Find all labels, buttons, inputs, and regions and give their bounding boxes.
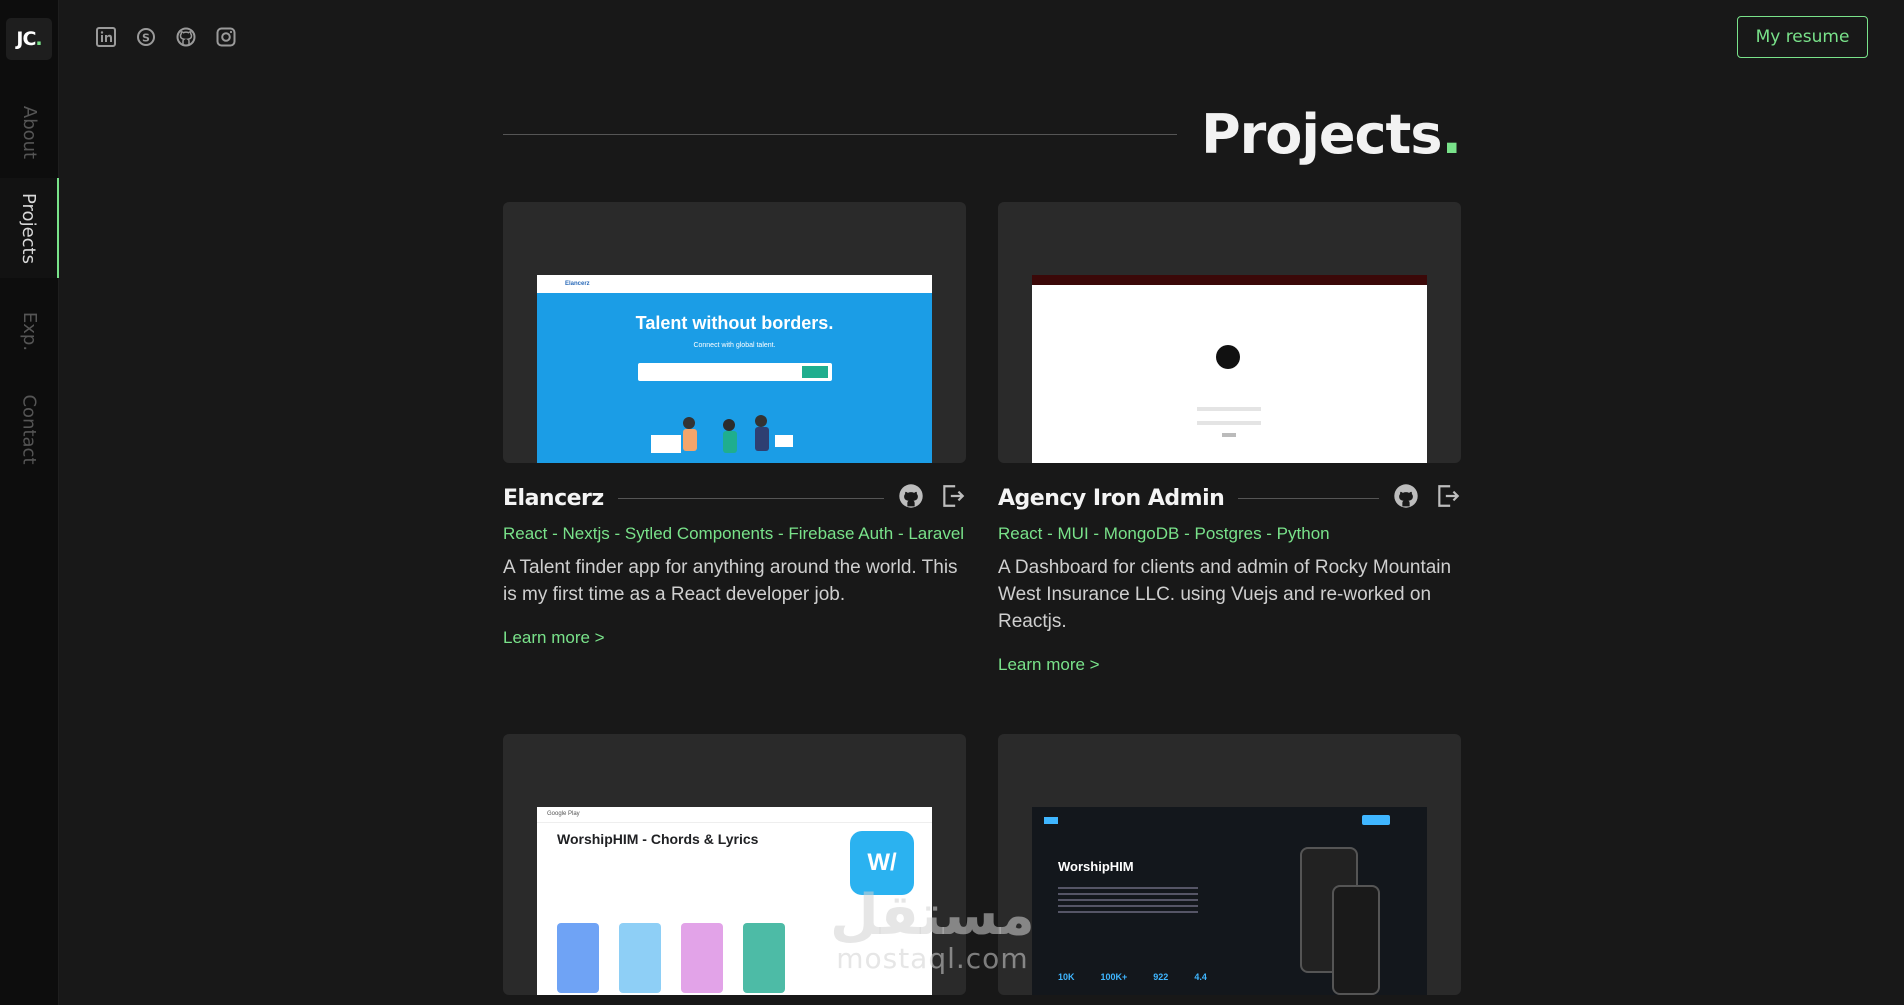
- project-description: A Dashboard for clients and admin of Roc…: [998, 557, 1452, 632]
- illustration: [651, 415, 793, 453]
- project-thumbnail[interactable]: WorshipHIM 10K 100K+ 922 4.4: [998, 734, 1461, 995]
- screenshot-topbar: [1032, 275, 1427, 285]
- project-title: Elancerz: [503, 485, 604, 511]
- sidebar: JC. About Projects Exp. Contact: [0, 0, 59, 1005]
- external-link-icon[interactable]: [1435, 483, 1461, 514]
- logo-dot: .: [35, 28, 42, 50]
- social-links: S: [95, 26, 237, 48]
- project-title-row: Agency Iron Admin: [998, 481, 1461, 515]
- watermark: مستقل mostaql.com: [830, 888, 1035, 974]
- screenshot-subtitle: Connect with global talent.: [693, 342, 776, 349]
- project-screenshot: Elancerz Talent without borders. Connect…: [537, 275, 932, 463]
- project-screenshot: [1032, 275, 1427, 463]
- stat-value: 4.4: [1194, 972, 1207, 982]
- project-thumbnail[interactable]: Elancerz Talent without borders. Connect…: [503, 202, 966, 463]
- github-icon[interactable]: [175, 26, 197, 48]
- project-thumbnail[interactable]: [998, 202, 1461, 463]
- sidebar-item-exp[interactable]: Exp.: [0, 296, 59, 366]
- skype-icon[interactable]: S: [135, 26, 157, 48]
- project-tags: React - Nextjs - Sytled Components - Fir…: [503, 524, 965, 543]
- svg-text:S: S: [142, 32, 150, 45]
- project-tags: React - MUI - MongoDB - Postgres - Pytho…: [998, 524, 1330, 543]
- github-icon[interactable]: [1393, 483, 1419, 514]
- page-title: Projects.: [1201, 100, 1462, 170]
- logo-text: JC: [16, 28, 36, 50]
- project-description: A Talent finder app for anything around …: [503, 557, 958, 605]
- stat-value: 100K+: [1100, 972, 1128, 982]
- project-screenshot: WorshipHIM 10K 100K+ 922 4.4: [1032, 807, 1427, 995]
- screenshot-brand: Elancerz: [565, 281, 590, 287]
- github-icon[interactable]: [898, 483, 924, 514]
- project-title-row: Elancerz: [503, 481, 966, 515]
- watermark-latin: mostaql.com: [836, 942, 1029, 975]
- sidebar-item-label: About: [19, 105, 40, 159]
- divider: [503, 134, 1177, 135]
- screenshot-app-title: WorshipHIM - Chords & Lyrics: [557, 831, 759, 847]
- sidebar-item-label: Projects: [18, 192, 39, 264]
- project-card: Elancerz Talent without borders. Connect…: [503, 202, 966, 648]
- divider: [617, 497, 884, 499]
- divider: [1238, 497, 1379, 499]
- screenshot-store-name: Google Play: [547, 811, 580, 817]
- learn-more-link[interactable]: Learn more >: [998, 655, 1100, 675]
- screenshot-paragraph: [1058, 887, 1198, 917]
- sidebar-item-about[interactable]: About: [0, 92, 59, 172]
- screenshot-headline: WorshipHIM: [1058, 859, 1134, 874]
- screenshot-search: [637, 363, 832, 381]
- learn-more-link[interactable]: Learn more >: [503, 628, 605, 648]
- logo[interactable]: JC.: [6, 18, 52, 60]
- page-title-text: Projects: [1201, 103, 1442, 166]
- project-card: WorshipHIM 10K 100K+ 922 4.4: [998, 734, 1461, 995]
- sidebar-item-contact[interactable]: Contact: [0, 384, 59, 474]
- stat-value: 10K: [1058, 972, 1075, 982]
- screenshot-store-bar: Google Play: [537, 807, 932, 823]
- stat-value: 922: [1153, 972, 1169, 982]
- screenshot-stats: 10K 100K+ 922 4.4: [1058, 972, 1207, 982]
- project-title: Agency Iron Admin: [998, 485, 1225, 511]
- screenshot-logo: [1216, 345, 1240, 369]
- section-header: Projects.: [503, 100, 1462, 170]
- phone-mockup: [1332, 885, 1380, 995]
- sidebar-item-label: Contact: [19, 393, 40, 465]
- sidebar-item-projects[interactable]: Projects: [0, 178, 59, 278]
- screenshot-headline: Talent without borders.: [635, 313, 834, 333]
- screenshot-login: [1032, 285, 1427, 463]
- screenshot-hero: Talent without borders. Connect with glo…: [537, 293, 932, 463]
- watermark-arabic: مستقل: [830, 883, 1035, 948]
- page-title-dot: .: [1441, 103, 1461, 166]
- screenshot-hero: WorshipHIM 10K 100K+ 922 4.4: [1032, 807, 1427, 995]
- instagram-icon[interactable]: [215, 26, 237, 48]
- resume-button[interactable]: My resume: [1737, 16, 1868, 58]
- external-link-icon[interactable]: [940, 483, 966, 514]
- project-card: Agency Iron Admin React - MUI - MongoDB …: [998, 202, 1461, 675]
- sidebar-item-label: Exp.: [19, 311, 40, 351]
- linkedin-icon[interactable]: [95, 26, 117, 48]
- screenshot-navbar: Elancerz: [537, 275, 932, 293]
